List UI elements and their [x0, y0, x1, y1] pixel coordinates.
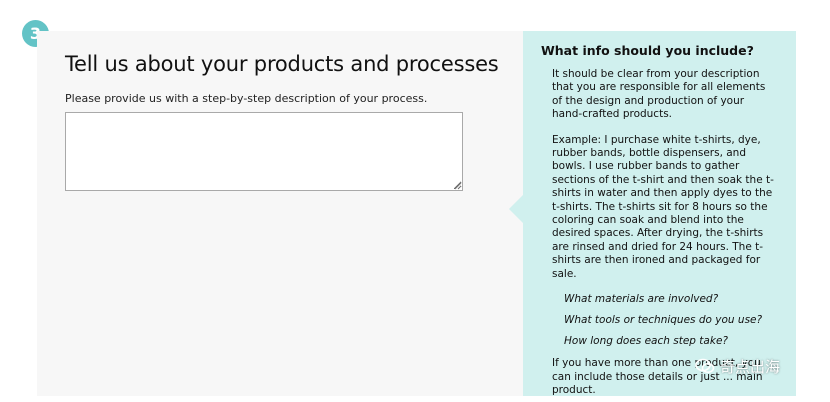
wechat-icon	[695, 358, 715, 374]
info-question: What tools or techniques do you use?	[564, 314, 763, 327]
info-panel: What info should you include? It should …	[523, 31, 796, 396]
info-pointer	[509, 195, 523, 223]
watermark: 奇点出海	[695, 355, 780, 377]
process-description-textarea[interactable]	[65, 112, 463, 191]
section-title: Tell us about your products and processe…	[65, 52, 499, 76]
section-prompt: Please provide us with a step-by-step de…	[65, 92, 428, 105]
info-paragraph: It should be clear from your description…	[552, 68, 766, 121]
info-title: What info should you include?	[541, 43, 754, 58]
info-question: How long does each step take?	[564, 335, 728, 348]
resize-grip-icon[interactable]	[453, 181, 462, 190]
info-example: Example: I purchase white t-shirts, dye,…	[552, 133, 774, 280]
info-question: What materials are involved?	[564, 293, 719, 306]
watermark-text: 奇点出海	[720, 357, 781, 376]
